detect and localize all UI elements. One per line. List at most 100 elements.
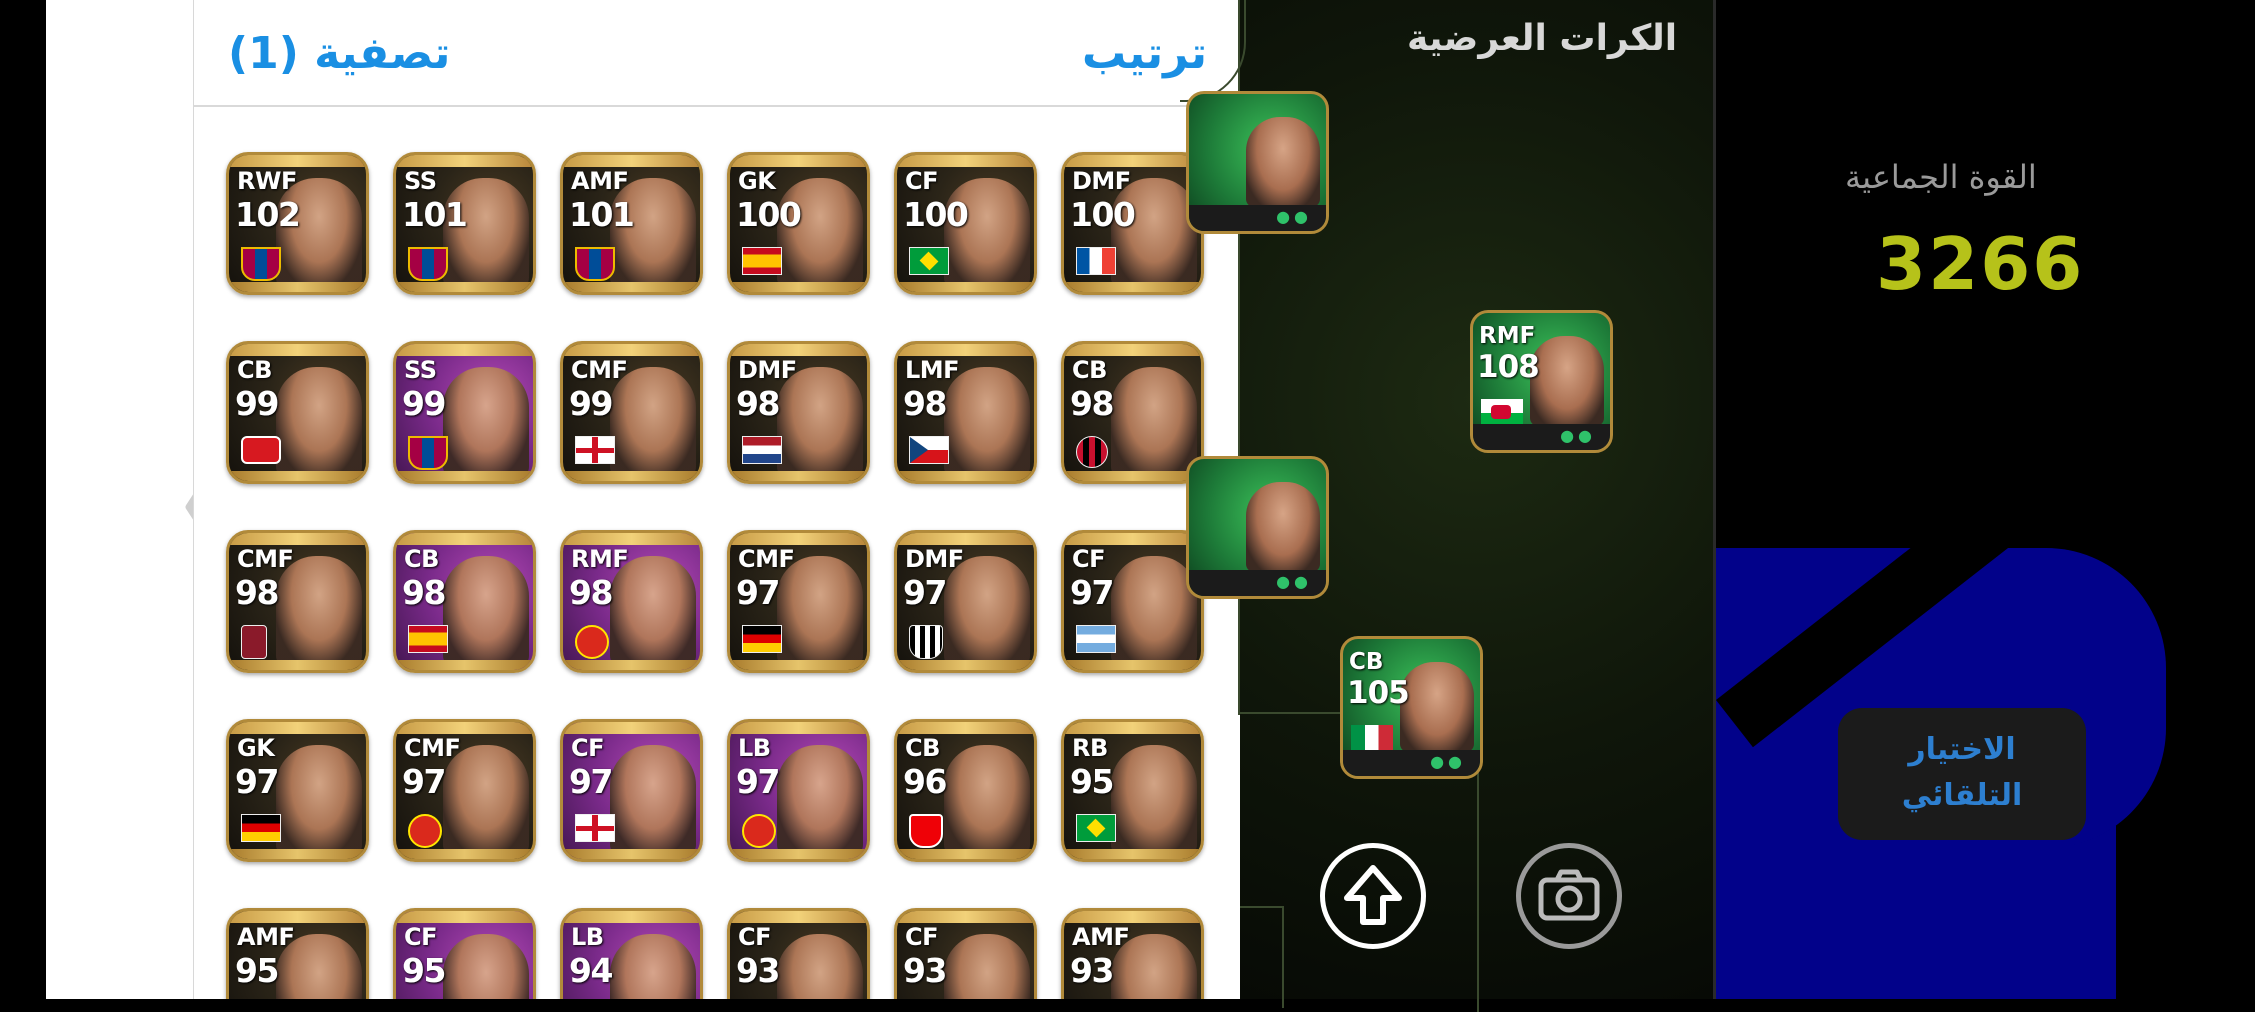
player-rating: 97 xyxy=(736,573,780,612)
player-position: CB xyxy=(237,356,272,384)
skill-dots-icon: ●● xyxy=(1276,207,1312,226)
card-trim xyxy=(897,722,1034,734)
player-card[interactable]: LB 97 xyxy=(727,719,870,862)
player-card[interactable]: CF 100 xyxy=(894,152,1037,295)
player-rating: 100 xyxy=(736,195,802,234)
player-card[interactable]: CMF 98 xyxy=(226,530,369,673)
player-card[interactable]: AMF 101 xyxy=(560,152,703,295)
player-card[interactable]: CF 93 xyxy=(894,908,1037,999)
pitch-player-card[interactable]: ●● xyxy=(1186,91,1329,234)
wales-flag-icon xyxy=(1481,399,1523,427)
auto-select-label-line1: الاختيار xyxy=(1908,732,2016,767)
card-trim xyxy=(396,722,533,734)
player-card[interactable]: GK 100 xyxy=(727,152,870,295)
card-trim xyxy=(730,722,867,734)
brazil-flag-icon xyxy=(1076,814,1116,842)
player-card[interactable]: CMF 97 xyxy=(393,719,536,862)
player-rating: 98 xyxy=(402,573,446,612)
player-card[interactable]: CF 97 xyxy=(560,719,703,862)
player-rating: 95 xyxy=(1070,762,1114,801)
share-button[interactable] xyxy=(1320,843,1426,949)
player-card[interactable]: AMF 93 xyxy=(1061,908,1204,999)
auto-select-button[interactable]: الاختيار التلقائي xyxy=(1838,708,2086,840)
player-position: CF xyxy=(905,167,939,195)
player-card[interactable]: LB 94 xyxy=(560,908,703,999)
card-trim xyxy=(396,282,533,292)
player-card[interactable]: CB 99 xyxy=(226,341,369,484)
player-card[interactable]: CF 97 xyxy=(1061,530,1204,673)
player-position: LB xyxy=(738,734,771,762)
club-arsenal-flag-icon xyxy=(909,814,943,848)
card-trim xyxy=(730,282,867,292)
player-photo xyxy=(1246,117,1320,207)
card-trim xyxy=(897,282,1034,292)
player-photo xyxy=(610,745,696,855)
player-card[interactable]: RB 95 xyxy=(1061,719,1204,862)
card-trim xyxy=(563,155,700,167)
skill-dots-icon: ●● xyxy=(1276,572,1312,591)
player-card[interactable]: CF 95 xyxy=(393,908,536,999)
player-card[interactable]: CB 96 xyxy=(894,719,1037,862)
filter-button[interactable]: تصفية (1) xyxy=(228,28,450,79)
player-rating: 100 xyxy=(903,195,969,234)
player-card[interactable]: CF 93 xyxy=(727,908,870,999)
card-trim xyxy=(1064,911,1201,923)
player-rating: 97 xyxy=(569,762,613,801)
player-card[interactable]: DMF 98 xyxy=(727,341,870,484)
card-trim xyxy=(563,660,700,670)
card-trim xyxy=(229,344,366,356)
barca-flag-icon xyxy=(408,436,448,470)
player-card[interactable]: CB 98 xyxy=(1061,341,1204,484)
player-card[interactable]: DMF 100 xyxy=(1061,152,1204,295)
card-trim xyxy=(396,849,533,859)
pitch-title: الكرات العرضية xyxy=(1407,18,1678,59)
team-info-panel xyxy=(1716,0,2255,999)
player-card[interactable]: GK 97 xyxy=(226,719,369,862)
player-position: DMF xyxy=(905,545,964,573)
pitch-player-card[interactable]: RMF 108 ●● xyxy=(1470,310,1613,453)
player-rating: 98 xyxy=(1070,384,1114,423)
pitch-player-card[interactable]: CB 105 ●● xyxy=(1340,636,1483,779)
card-trim xyxy=(1064,282,1201,292)
player-position: CB xyxy=(905,734,940,762)
player-card[interactable]: CB 98 xyxy=(393,530,536,673)
player-photo xyxy=(443,934,529,999)
germany-flag-icon xyxy=(742,625,782,653)
player-position: CF xyxy=(571,734,605,762)
player-card[interactable]: SS 99 xyxy=(393,341,536,484)
card-trim xyxy=(897,155,1034,167)
club-lfc-flag-icon xyxy=(241,625,267,659)
card-trim xyxy=(897,660,1034,670)
card-trim xyxy=(396,344,533,356)
card-trim xyxy=(563,282,700,292)
player-position: CF xyxy=(1072,545,1106,573)
england-flag-icon xyxy=(575,814,615,842)
player-rating: 105 xyxy=(1347,675,1410,711)
skill-dots-icon: ●● xyxy=(1560,426,1596,445)
player-card[interactable]: CMF 99 xyxy=(560,341,703,484)
player-rating: 96 xyxy=(903,762,947,801)
pitch-player-card[interactable]: ●● xyxy=(1186,456,1329,599)
camera-button[interactable] xyxy=(1516,843,1622,949)
argentina-flag-icon xyxy=(1076,625,1116,653)
card-trim xyxy=(396,155,533,167)
player-card[interactable]: SS 101 xyxy=(393,152,536,295)
card-trim xyxy=(1064,533,1201,545)
player-card[interactable]: LMF 98 xyxy=(894,341,1037,484)
player-rating: 97 xyxy=(903,573,947,612)
player-card[interactable]: RMF 98 xyxy=(560,530,703,673)
player-position: RMF xyxy=(1479,323,1536,349)
player-position: RB xyxy=(1072,734,1108,762)
player-card[interactable]: RWF 102 xyxy=(226,152,369,295)
player-position: CB xyxy=(404,545,439,573)
player-card[interactable]: DMF 97 xyxy=(894,530,1037,673)
player-photo xyxy=(1111,367,1197,477)
player-position: LB xyxy=(571,923,604,951)
player-position: AMF xyxy=(237,923,295,951)
card-trim xyxy=(396,660,533,670)
barca-flag-icon xyxy=(408,247,448,281)
player-card[interactable]: AMF 95 xyxy=(226,908,369,999)
skill-dots-icon: ●● xyxy=(1430,752,1466,771)
player-photo xyxy=(443,556,529,666)
player-card[interactable]: CMF 97 xyxy=(727,530,870,673)
